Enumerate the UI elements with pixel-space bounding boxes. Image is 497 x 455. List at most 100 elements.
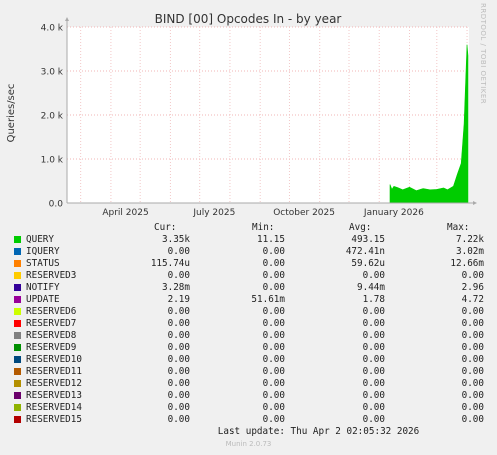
legend-avg-value: 0.00 bbox=[362, 330, 385, 341]
legend-max-value: 0.00 bbox=[461, 402, 484, 413]
legend-row: RESERVED3 0.00 0.00 0.00 0.00 bbox=[0, 270, 497, 282]
legend-swatch bbox=[14, 308, 21, 315]
legend-max-value: 0.00 bbox=[461, 318, 484, 329]
legend-max-value: 0.00 bbox=[461, 342, 484, 353]
legend-swatch bbox=[14, 416, 21, 423]
legend-avg-value: 0.00 bbox=[362, 342, 385, 353]
legend-name: RESERVED8 bbox=[26, 330, 77, 341]
legend-cur-value: 0.00 bbox=[167, 402, 190, 413]
legend-avg-value: 0.00 bbox=[362, 366, 385, 377]
legend-min-value: 0.00 bbox=[262, 390, 285, 401]
legend-avg-value: 59.62u bbox=[351, 258, 385, 269]
header-min: Min: bbox=[252, 222, 275, 233]
legend-name: RESERVED9 bbox=[26, 342, 77, 353]
legend-min-value: 11.15 bbox=[257, 234, 285, 245]
legend-row: RESERVED10 0.00 0.00 0.00 0.00 bbox=[0, 354, 497, 366]
legend-cur-value: 0.00 bbox=[167, 330, 190, 341]
munin-version: Munin 2.0.73 bbox=[225, 440, 272, 448]
legend-cur-value: 2.19 bbox=[167, 294, 190, 305]
legend-name: IQUERY bbox=[26, 246, 60, 257]
legend-cur-value: 3.35k bbox=[162, 234, 190, 245]
legend-row: RESERVED13 0.00 0.00 0.00 0.00 bbox=[0, 390, 497, 402]
legend-row: STATUS 115.74u 0.00 59.62u 12.66m bbox=[0, 258, 497, 270]
legend-min-value: 51.61m bbox=[251, 294, 285, 305]
legend-min-value: 0.00 bbox=[262, 378, 285, 389]
legend-name: RESERVED10 bbox=[26, 354, 82, 365]
legend-max-value: 7.22k bbox=[456, 234, 484, 245]
legend-max-value: 0.00 bbox=[461, 390, 484, 401]
legend-avg-value: 472.41n bbox=[345, 246, 385, 257]
legend-row: IQUERY 0.00 0.00 472.41n 3.02m bbox=[0, 246, 497, 258]
legend-name: QUERY bbox=[26, 234, 54, 245]
legend-min-value: 0.00 bbox=[262, 342, 285, 353]
legend-row: RESERVED11 0.00 0.00 0.00 0.00 bbox=[0, 366, 497, 378]
legend-avg-value: 0.00 bbox=[362, 414, 385, 425]
legend-min-value: 0.00 bbox=[262, 366, 285, 377]
legend-swatch bbox=[14, 248, 21, 255]
legend-header: Cur: Min: Avg: Max: bbox=[0, 222, 497, 234]
legend-max-value: 0.00 bbox=[461, 414, 484, 425]
legend-cur-value: 0.00 bbox=[167, 270, 190, 281]
legend-swatch bbox=[14, 356, 21, 363]
legend-swatch bbox=[14, 284, 21, 291]
legend-cur-value: 0.00 bbox=[167, 414, 190, 425]
legend-cur-value: 0.00 bbox=[167, 246, 190, 257]
legend-min-value: 0.00 bbox=[262, 330, 285, 341]
legend-min-value: 0.00 bbox=[262, 354, 285, 365]
legend-avg-value: 0.00 bbox=[362, 354, 385, 365]
legend-name: RESERVED14 bbox=[26, 402, 82, 413]
legend-cur-value: 0.00 bbox=[167, 390, 190, 401]
legend-min-value: 0.00 bbox=[262, 282, 285, 293]
legend-max-value: 0.00 bbox=[461, 366, 484, 377]
legend-cur-value: 0.00 bbox=[167, 306, 190, 317]
legend-name: RESERVED12 bbox=[26, 378, 82, 389]
legend-swatch bbox=[14, 296, 21, 303]
header-cur: Cur: bbox=[154, 222, 177, 233]
legend-min-value: 0.00 bbox=[262, 318, 285, 329]
legend-name: UPDATE bbox=[26, 294, 60, 305]
legend-row: RESERVED14 0.00 0.00 0.00 0.00 bbox=[0, 402, 497, 414]
legend-swatch bbox=[14, 368, 21, 375]
legend-max-value: 0.00 bbox=[461, 354, 484, 365]
header-avg: Avg: bbox=[349, 222, 372, 233]
legend-avg-value: 493.15 bbox=[351, 234, 385, 245]
legend-row: RESERVED6 0.00 0.00 0.00 0.00 bbox=[0, 306, 497, 318]
legend-max-value: 2.96 bbox=[461, 282, 484, 293]
legend-swatch bbox=[14, 320, 21, 327]
legend-avg-value: 0.00 bbox=[362, 318, 385, 329]
legend-avg-value: 0.00 bbox=[362, 402, 385, 413]
legend-cur-value: 0.00 bbox=[167, 378, 190, 389]
legend-name: NOTIFY bbox=[26, 282, 60, 293]
legend-swatch bbox=[14, 332, 21, 339]
legend-swatch bbox=[14, 392, 21, 399]
legend-max-value: 0.00 bbox=[461, 270, 484, 281]
legend-name: RESERVED11 bbox=[26, 366, 82, 377]
legend-name: RESERVED7 bbox=[26, 318, 77, 329]
legend-swatch bbox=[14, 260, 21, 267]
legend-avg-value: 0.00 bbox=[362, 390, 385, 401]
legend-row: RESERVED8 0.00 0.00 0.00 0.00 bbox=[0, 330, 497, 342]
last-update: Last update: Thu Apr 2 02:05:32 2026 bbox=[217, 426, 420, 437]
legend-avg-value: 0.00 bbox=[362, 270, 385, 281]
legend-max-value: 12.66m bbox=[450, 258, 484, 269]
legend-row: NOTIFY 3.28m 0.00 9.44m 2.96 bbox=[0, 282, 497, 294]
legend-min-value: 0.00 bbox=[262, 258, 285, 269]
legend-swatch bbox=[14, 344, 21, 351]
legend-row: UPDATE 2.19 51.61m 1.78 4.72 bbox=[0, 294, 497, 306]
legend-swatch bbox=[14, 404, 21, 411]
header-max: Max: bbox=[447, 222, 470, 233]
legend-cur-value: 0.00 bbox=[167, 318, 190, 329]
legend-cur-value: 0.00 bbox=[167, 354, 190, 365]
legend-row: QUERY 3.35k 11.15 493.15 7.22k bbox=[0, 234, 497, 246]
legend-swatch bbox=[14, 236, 21, 243]
legend-swatch bbox=[14, 272, 21, 279]
legend: Cur: Min: Avg: Max: QUERY 3.35k 11.15 493.1… bbox=[0, 0, 497, 455]
legend-min-value: 0.00 bbox=[262, 402, 285, 413]
legend-cur-value: 0.00 bbox=[167, 366, 190, 377]
legend-avg-value: 0.00 bbox=[362, 378, 385, 389]
legend-cur-value: 3.28m bbox=[162, 282, 190, 293]
legend-min-value: 0.00 bbox=[262, 270, 285, 281]
legend-name: RESERVED6 bbox=[26, 306, 77, 317]
legend-max-value: 3.02m bbox=[456, 246, 484, 257]
legend-min-value: 0.00 bbox=[262, 306, 285, 317]
